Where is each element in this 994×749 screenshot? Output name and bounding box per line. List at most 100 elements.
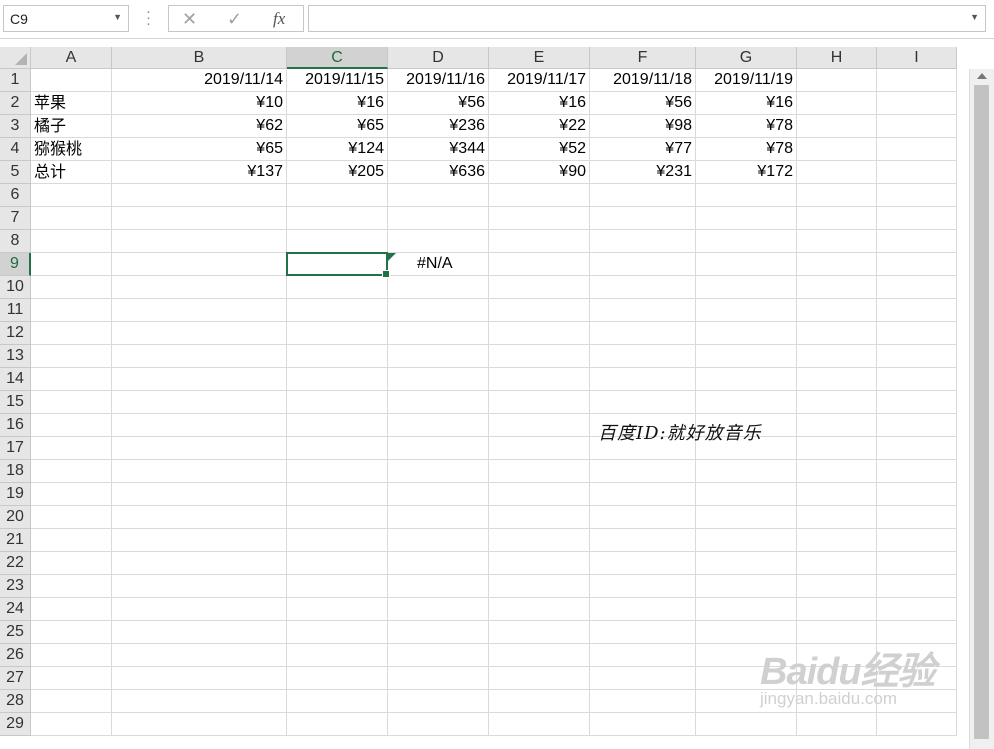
cell-i6[interactable] — [877, 184, 957, 207]
column-header-a[interactable]: A — [31, 47, 112, 69]
cell-e13[interactable] — [489, 345, 590, 368]
row-header-4[interactable]: 4 — [0, 138, 31, 161]
cell-b23[interactable] — [112, 575, 287, 598]
cell-h20[interactable] — [797, 506, 877, 529]
cell-c29[interactable] — [287, 713, 388, 736]
cell-a9[interactable] — [31, 253, 112, 276]
cell-e5[interactable]: ¥90 — [489, 161, 590, 184]
cell-b28[interactable] — [112, 690, 287, 713]
cell-h9[interactable] — [797, 253, 877, 276]
cell-e16[interactable] — [489, 414, 590, 437]
cell-a11[interactable] — [31, 299, 112, 322]
cell-g13[interactable] — [696, 345, 797, 368]
row-header-26[interactable]: 26 — [0, 644, 31, 667]
cell-i24[interactable] — [877, 598, 957, 621]
cell-a6[interactable] — [31, 184, 112, 207]
cell-a3[interactable]: 橘子 — [31, 115, 112, 138]
cell-e10[interactable] — [489, 276, 590, 299]
cell-a27[interactable] — [31, 667, 112, 690]
cell-e4[interactable]: ¥52 — [489, 138, 590, 161]
cell-g23[interactable] — [696, 575, 797, 598]
cell-b14[interactable] — [112, 368, 287, 391]
cell-d10[interactable] — [388, 276, 489, 299]
cell-a20[interactable] — [31, 506, 112, 529]
cell-b25[interactable] — [112, 621, 287, 644]
cell-e11[interactable] — [489, 299, 590, 322]
cell-g14[interactable] — [696, 368, 797, 391]
cell-a8[interactable] — [31, 230, 112, 253]
cell-a21[interactable] — [31, 529, 112, 552]
cell-a15[interactable] — [31, 391, 112, 414]
cell-e27[interactable] — [489, 667, 590, 690]
cell-d14[interactable] — [388, 368, 489, 391]
cell-b24[interactable] — [112, 598, 287, 621]
cell-f15[interactable] — [590, 391, 696, 414]
cell-h15[interactable] — [797, 391, 877, 414]
cell-c23[interactable] — [287, 575, 388, 598]
cell-b19[interactable] — [112, 483, 287, 506]
cell-g9[interactable] — [696, 253, 797, 276]
cell-d24[interactable] — [388, 598, 489, 621]
cell-d27[interactable] — [388, 667, 489, 690]
insert-function-icon[interactable]: fx — [273, 9, 285, 29]
cell-e28[interactable] — [489, 690, 590, 713]
cell-b6[interactable] — [112, 184, 287, 207]
name-box[interactable]: C9 ▼ — [3, 5, 129, 32]
cell-a10[interactable] — [31, 276, 112, 299]
row-header-14[interactable]: 14 — [0, 368, 31, 391]
cell-b9[interactable] — [112, 253, 287, 276]
cell-a5[interactable]: 总计 — [31, 161, 112, 184]
cell-h11[interactable] — [797, 299, 877, 322]
cell-f14[interactable] — [590, 368, 696, 391]
fill-handle[interactable] — [382, 270, 390, 278]
cell-b10[interactable] — [112, 276, 287, 299]
cell-e21[interactable] — [489, 529, 590, 552]
select-all-button[interactable] — [0, 47, 31, 69]
cell-c16[interactable] — [287, 414, 388, 437]
cell-h1[interactable] — [797, 69, 877, 92]
cell-c6[interactable] — [287, 184, 388, 207]
cell-e17[interactable] — [489, 437, 590, 460]
cell-a12[interactable] — [31, 322, 112, 345]
cell-d6[interactable] — [388, 184, 489, 207]
cell-d12[interactable] — [388, 322, 489, 345]
cell-i18[interactable] — [877, 460, 957, 483]
column-header-i[interactable]: I — [877, 47, 957, 69]
scroll-up-icon[interactable] — [977, 73, 987, 79]
cell-d7[interactable] — [388, 207, 489, 230]
cell-f10[interactable] — [590, 276, 696, 299]
cell-e18[interactable] — [489, 460, 590, 483]
cell-g20[interactable] — [696, 506, 797, 529]
row-header-3[interactable]: 3 — [0, 115, 31, 138]
cell-f13[interactable] — [590, 345, 696, 368]
cell-c24[interactable] — [287, 598, 388, 621]
cell-b26[interactable] — [112, 644, 287, 667]
cell-d2[interactable]: ¥56 — [388, 92, 489, 115]
cell-b22[interactable] — [112, 552, 287, 575]
cell-g19[interactable] — [696, 483, 797, 506]
floating-text-box[interactable]: 百度ID:就好放音乐 — [598, 419, 762, 445]
cell-d22[interactable] — [388, 552, 489, 575]
cell-e6[interactable] — [489, 184, 590, 207]
cell-b13[interactable] — [112, 345, 287, 368]
cell-g24[interactable] — [696, 598, 797, 621]
cell-h17[interactable] — [797, 437, 877, 460]
row-header-12[interactable]: 12 — [0, 322, 31, 345]
cell-f29[interactable] — [590, 713, 696, 736]
cell-c19[interactable] — [287, 483, 388, 506]
cell-i21[interactable] — [877, 529, 957, 552]
cell-g18[interactable] — [696, 460, 797, 483]
cell-i4[interactable] — [877, 138, 957, 161]
cell-c26[interactable] — [287, 644, 388, 667]
cell-c12[interactable] — [287, 322, 388, 345]
cell-h29[interactable] — [797, 713, 877, 736]
cell-b3[interactable]: ¥62 — [112, 115, 287, 138]
cell-f22[interactable] — [590, 552, 696, 575]
cell-i15[interactable] — [877, 391, 957, 414]
cell-b20[interactable] — [112, 506, 287, 529]
cell-c17[interactable] — [287, 437, 388, 460]
cell-f26[interactable] — [590, 644, 696, 667]
cell-e8[interactable] — [489, 230, 590, 253]
cell-g22[interactable] — [696, 552, 797, 575]
cell-i16[interactable] — [877, 414, 957, 437]
